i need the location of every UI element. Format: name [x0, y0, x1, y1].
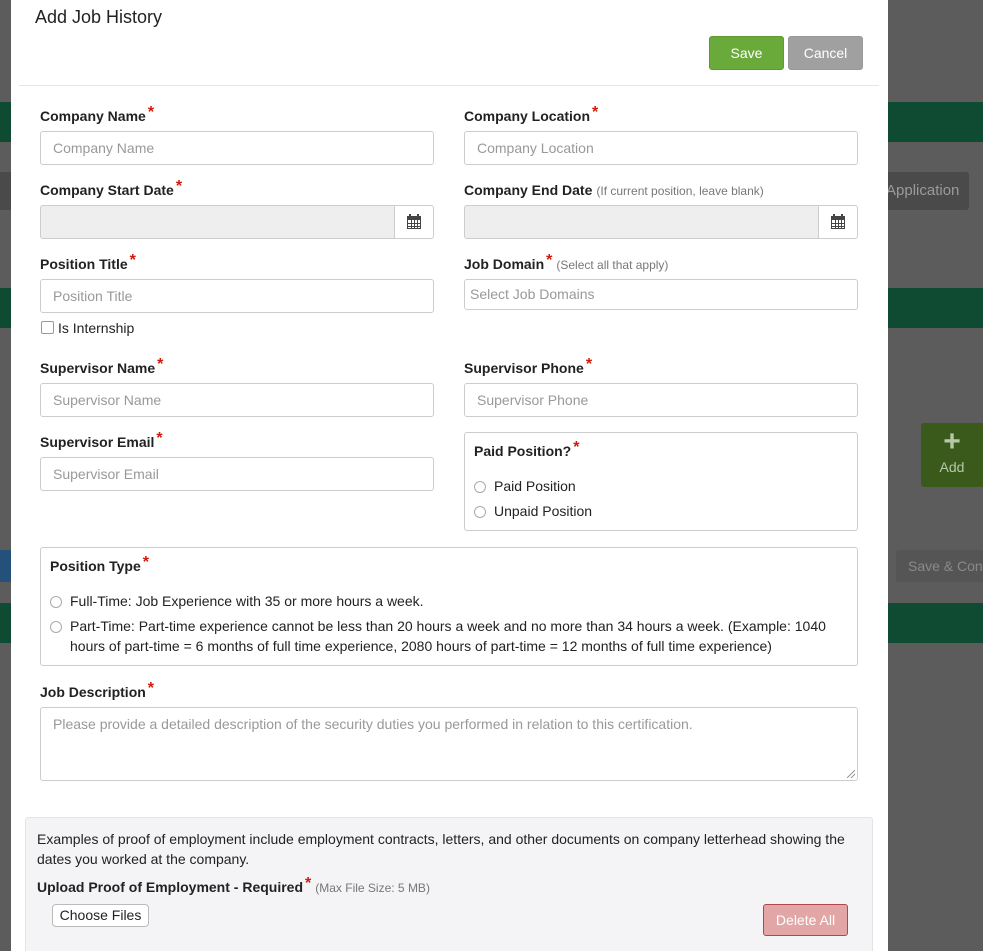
- choose-files-button[interactable]: Choose Files: [52, 904, 149, 927]
- company-name-label-text: Company Name: [40, 108, 146, 124]
- company-end-date-input[interactable]: [464, 205, 819, 239]
- job-description-label-text: Job Description: [40, 684, 146, 700]
- unpaid-position-radio[interactable]: [474, 506, 486, 518]
- upload-proof-label-text: Upload Proof of Employment - Required: [37, 879, 304, 895]
- job-domain-hint: (Select all that apply): [556, 258, 669, 272]
- company-end-date-label-text: Company End Date: [464, 182, 593, 198]
- required-asterisk: *: [147, 104, 155, 121]
- required-asterisk: *: [305, 875, 312, 892]
- header-divider: [19, 85, 879, 86]
- upload-proof-label: Upload Proof of Employment - Required * (M…: [37, 875, 430, 897]
- calendar-icon: [407, 214, 421, 229]
- required-asterisk: *: [546, 252, 553, 269]
- upload-proof-section: Examples of proof of employment include …: [25, 817, 873, 951]
- add-job-history-modal: Add Job History Save Cancel Company Name…: [11, 0, 888, 951]
- company-end-date-label: Company End Date (If current position, le…: [464, 182, 764, 198]
- background-application-button: Application: [880, 172, 969, 210]
- cancel-button[interactable]: Cancel: [788, 36, 863, 70]
- job-domain-label-text: Job Domain: [464, 256, 545, 272]
- position-type-label: Position Type *: [50, 554, 149, 576]
- part-time-option-label: Part-Time: Part-time experience cannot b…: [70, 618, 826, 654]
- job-domain-label: Job Domain * (Select all that apply): [464, 252, 669, 274]
- required-asterisk: *: [175, 178, 183, 195]
- position-title-input[interactable]: Position Title: [40, 279, 434, 313]
- max-file-size-hint: (Max File Size: 5 MB): [315, 881, 430, 895]
- start-date-calendar-button[interactable]: [394, 205, 434, 239]
- company-end-date-hint: (If current position, leave blank): [596, 184, 764, 198]
- supervisor-email-label: Supervisor Email *: [40, 430, 163, 452]
- job-description-label: Job Description *: [40, 680, 154, 702]
- paid-position-panel: Paid Position? * Paid Position Unpaid Pos…: [464, 432, 858, 531]
- required-asterisk: *: [585, 356, 593, 373]
- background-save-continue-button: Save & Con: [896, 550, 983, 582]
- delete-all-button[interactable]: Delete All: [763, 904, 848, 936]
- company-name-input[interactable]: Company Name: [40, 131, 434, 165]
- company-location-label-text: Company Location: [464, 108, 591, 124]
- background-add-button: + Add: [921, 423, 983, 487]
- background-add-label: Add: [939, 459, 965, 475]
- end-date-calendar-button[interactable]: [818, 205, 858, 239]
- company-start-date-label-text: Company Start Date: [40, 182, 174, 198]
- supervisor-name-input[interactable]: Supervisor Name: [40, 383, 434, 417]
- company-start-date-input[interactable]: [40, 205, 395, 239]
- company-location-label: Company Location *: [464, 104, 598, 126]
- is-internship-checkbox[interactable]: [41, 321, 54, 334]
- required-asterisk: *: [142, 554, 149, 571]
- unpaid-position-option-label: Unpaid Position: [494, 503, 593, 519]
- company-name-label: Company Name *: [40, 104, 154, 126]
- plus-icon: +: [943, 425, 961, 458]
- supervisor-name-label: Supervisor Name *: [40, 356, 163, 378]
- full-time-option-label: Full-Time: Job Experience with 35 or mor…: [70, 593, 424, 609]
- position-type-label-text: Position Type: [50, 558, 141, 574]
- job-description-placeholder: Please provide a detailed description of…: [53, 716, 693, 732]
- position-title-label: Position Title *: [40, 252, 136, 274]
- required-asterisk: *: [129, 252, 136, 269]
- position-type-panel: Position Type * Full-Time: Job Experience…: [40, 547, 858, 666]
- supervisor-email-label-text: Supervisor Email: [40, 434, 155, 450]
- job-domain-select[interactable]: Select Job Domains: [464, 279, 858, 310]
- resize-grip-icon[interactable]: [847, 770, 855, 778]
- required-asterisk: *: [147, 680, 155, 697]
- part-time-radio[interactable]: [50, 621, 62, 633]
- paid-position-label-text: Paid Position?: [474, 443, 572, 459]
- supervisor-email-input[interactable]: Supervisor Email: [40, 457, 434, 491]
- paid-position-label: Paid Position? *: [474, 439, 579, 461]
- job-description-textarea[interactable]: Please provide a detailed description of…: [40, 707, 858, 781]
- modal-title: Add Job History: [35, 7, 163, 27]
- save-button[interactable]: Save: [709, 36, 784, 70]
- supervisor-phone-label: Supervisor Phone *: [464, 356, 592, 378]
- required-asterisk: *: [573, 439, 580, 456]
- supervisor-phone-input[interactable]: Supervisor Phone: [464, 383, 858, 417]
- required-asterisk: *: [592, 104, 599, 121]
- position-title-label-text: Position Title: [40, 256, 128, 272]
- full-time-radio[interactable]: [50, 596, 62, 608]
- proof-info-text: Examples of proof of employment include …: [37, 831, 845, 867]
- paid-position-radio[interactable]: [474, 481, 486, 493]
- paid-position-option-label: Paid Position: [494, 478, 576, 494]
- background-blue-button: [0, 550, 11, 582]
- required-asterisk: *: [157, 356, 164, 373]
- company-location-input[interactable]: Company Location: [464, 131, 858, 165]
- background-tab: [0, 172, 11, 210]
- company-start-date-label: Company Start Date *: [40, 178, 182, 200]
- calendar-icon: [831, 214, 845, 229]
- supervisor-name-label-text: Supervisor Name: [40, 360, 156, 376]
- supervisor-phone-label-text: Supervisor Phone: [464, 360, 584, 376]
- is-internship-label: Is Internship: [58, 320, 135, 336]
- required-asterisk: *: [156, 430, 163, 447]
